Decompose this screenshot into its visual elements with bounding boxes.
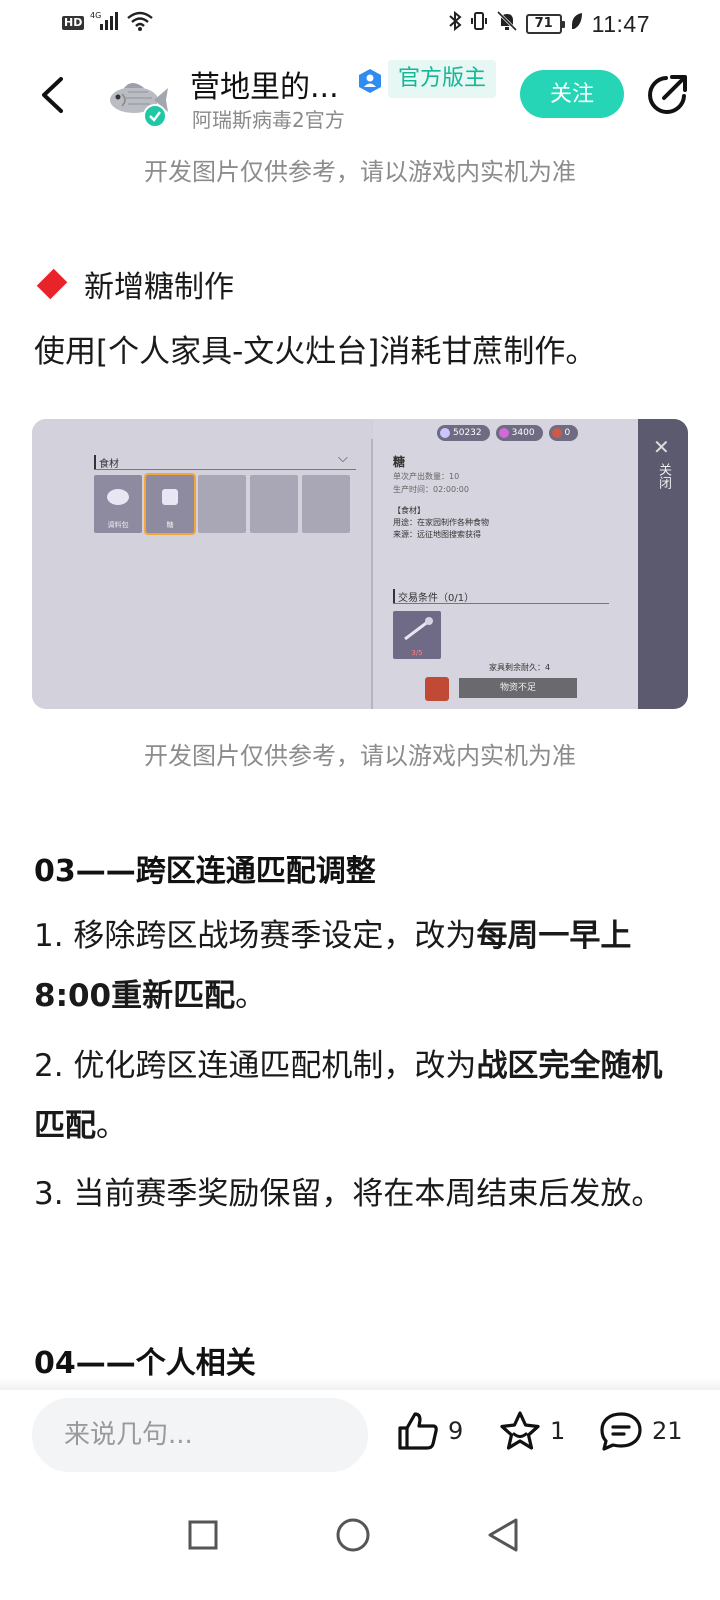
section-title-text: 新增糖制作 — [84, 270, 234, 305]
recents-button[interactable] — [180, 1512, 226, 1558]
like-button[interactable]: 9 — [396, 1410, 463, 1452]
hd-indicator: HD — [62, 16, 85, 30]
stove-icon — [425, 677, 449, 701]
verified-badge-icon — [143, 104, 167, 128]
chevron-left-icon — [42, 77, 63, 113]
wifi-icon — [126, 10, 154, 36]
game-category-label: 食材 — [94, 455, 119, 470]
game-sugarcane-slot: 3/5 — [393, 611, 441, 659]
square-icon — [188, 1520, 218, 1550]
status-right: 71 11:47 — [448, 10, 650, 38]
comment-icon — [600, 1412, 642, 1451]
game-insufficient-button: 物资不足 — [459, 678, 577, 698]
mute-icon — [496, 10, 518, 38]
seasoning-icon — [107, 489, 129, 505]
comment-count: 21 — [652, 1417, 683, 1445]
game-source-text: 来源：远征地图搜索获得 — [393, 530, 481, 539]
bottom-action-bar: 9 1 21 — [0, 1390, 720, 1482]
follow-button[interactable]: 关注 — [520, 70, 624, 118]
paragraph-sugar-desc: 使用[个人家具-文火灶台]消耗甘蔗制作。 — [34, 334, 597, 370]
like-count: 9 — [448, 1417, 464, 1445]
official-moderator-badge: 官方版主 — [388, 60, 497, 98]
divider — [94, 469, 356, 470]
battery-icon: 71 — [525, 14, 565, 34]
image-caption: 开发图片仅供参考，请以游戏内实机为准 — [144, 158, 576, 186]
favorite-button[interactable]: 1 — [498, 1410, 565, 1452]
comment-button[interactable]: 21 — [598, 1410, 683, 1452]
game-resource-coin: 50232 — [437, 425, 490, 441]
home-button[interactable] — [330, 1512, 376, 1558]
list-item-text: 1. 移除跨区战场赛季设定，改为 — [34, 918, 477, 954]
red-diamond-icon — [36, 268, 68, 300]
signal-icon: 4G — [90, 10, 120, 36]
game-screenshot[interactable]: 食材 ⌵ 调料包 糖 糖 单次产出数量：10 生产时间：02:00:00 【食材… — [32, 419, 688, 709]
game-usage-text: 用途：在家园制作各种食物 — [393, 518, 489, 527]
game-item-name: 糖 — [393, 455, 406, 469]
list-item-1: 1. 移除跨区战场赛季设定，改为每周一早上8:00重新匹配。 — [34, 906, 684, 1026]
game-resource-gem: 3400 — [495, 425, 543, 441]
game-slot-empty — [250, 475, 298, 533]
section-title-sugar: 新增糖制作 — [34, 262, 234, 306]
game-close-label: 关闭 — [656, 463, 671, 489]
sugar-cube-icon — [162, 489, 178, 505]
sugarcane-icon — [404, 617, 433, 641]
image-caption: 开发图片仅供参考，请以游戏内实机为准 — [144, 742, 576, 770]
author-subtitle: 阿瑞斯病毒2官方 — [192, 108, 345, 132]
game-ingredient-tag: 【食材】 — [393, 506, 425, 515]
list-item-text: 2. 优化跨区连通匹配机制，改为 — [34, 1048, 477, 1084]
game-trade-condition: 交易条件（0/1） — [393, 589, 474, 604]
svg-text:4G: 4G — [90, 11, 101, 20]
heading-03: 03——跨区连通匹配调整 — [34, 854, 376, 889]
game-detail-panel: 糖 单次产出数量：10 生产时间：02:00:00 【食材】 用途：在家园制作各… — [373, 419, 638, 709]
favorite-count: 1 — [550, 1417, 566, 1445]
game-output-count: 单次产出数量：10 — [393, 472, 460, 481]
star-icon — [500, 1411, 540, 1450]
status-bar: HD 4G 71 11:47 — [0, 0, 720, 48]
game-produce-time: 生产时间：02:00:00 — [393, 485, 469, 494]
back-nav-button[interactable] — [480, 1512, 526, 1558]
comment-input[interactable] — [32, 1398, 368, 1472]
chevron-down-icon: ⌵ — [338, 451, 348, 466]
game-resource-ticket: 0 — [548, 425, 579, 441]
leaf-icon — [570, 11, 584, 37]
share-button[interactable] — [644, 72, 690, 118]
close-icon: ✕ — [653, 435, 670, 459]
circle-icon — [336, 1518, 370, 1552]
list-item-2: 2. 优化跨区连通匹配机制，改为战区完全随机匹配。 — [34, 1036, 684, 1156]
game-slot-label: 糖 — [166, 521, 174, 529]
game-resource-bar: 50232 3400 0 — [437, 425, 579, 441]
back-button[interactable] — [30, 70, 74, 120]
game-slot-label: 调料包 — [107, 521, 129, 529]
vibrate-icon — [470, 10, 488, 38]
game-durability: 家具剩余耐久：4 — [489, 663, 551, 672]
post-header: 营地里的... 官方版主 阿瑞斯病毒2官方 关注 — [0, 52, 720, 142]
game-slot-sugar: 糖 — [144, 473, 196, 535]
list-item-text: 。 — [235, 978, 267, 1014]
author-name[interactable]: 营地里的... — [190, 62, 339, 106]
bluetooth-icon — [448, 10, 462, 38]
game-trade-qty: 3/5 — [411, 649, 423, 657]
thumbs-up-icon — [398, 1412, 438, 1450]
moderator-icon — [357, 68, 383, 94]
game-slot-seasoning: 调料包 — [94, 475, 142, 533]
divider — [393, 603, 609, 604]
list-item-text: 。 — [96, 1108, 127, 1144]
game-slot-empty — [302, 475, 350, 533]
game-inventory-panel: 食材 ⌵ 调料包 糖 — [32, 419, 372, 709]
system-nav-bar — [0, 1490, 720, 1600]
heading-04: 04——个人相关 — [34, 1346, 256, 1381]
clock: 11:47 — [591, 10, 650, 37]
list-item-3: 3. 当前赛季奖励保留，将在本周结束后发放。 — [34, 1176, 663, 1212]
share-icon — [648, 75, 687, 114]
status-left: HD 4G — [62, 10, 154, 36]
triangle-back-icon — [488, 1518, 518, 1552]
game-slot-empty — [198, 475, 246, 533]
game-close-panel: ✕ 关闭 — [638, 419, 688, 709]
